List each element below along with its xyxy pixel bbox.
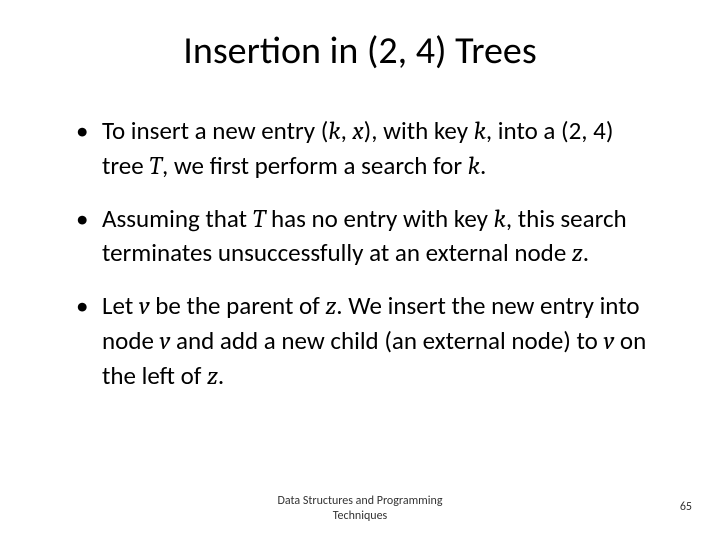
footer-line: Techniques — [240, 509, 480, 524]
bullet-item: To insert a new entry (k, x), with key k… — [76, 114, 650, 184]
bullet-list: To insert a new entry (k, x), with key k… — [76, 114, 650, 393]
text: and add a new child (an external node) t… — [170, 325, 603, 356]
var-x: x — [352, 117, 363, 146]
var-v: v — [160, 327, 171, 356]
page-number: 65 — [680, 500, 692, 514]
var-z: z — [325, 292, 336, 321]
text: To insert a new entry — [102, 115, 321, 146]
var-z: z — [207, 362, 218, 391]
var-k: k — [494, 205, 506, 234]
text: has no entry with key — [265, 203, 493, 234]
text: , we first perform a search for — [162, 150, 468, 181]
slide: Insertion in (2, 4) Trees To insert a ne… — [0, 0, 720, 540]
text: , with key — [371, 115, 473, 146]
text: . — [218, 360, 224, 391]
bullet-item: Assuming that T has no entry with key k,… — [76, 202, 650, 272]
slide-footer: Data Structures and Programming Techniqu… — [0, 494, 720, 528]
var-k: k — [328, 117, 340, 146]
text: , — [341, 115, 353, 146]
footer-text: Data Structures and Programming Techniqu… — [240, 494, 480, 524]
text: Assuming that — [102, 203, 253, 234]
slide-title: Insertion in (2, 4) Trees — [40, 28, 680, 74]
var-T: T — [253, 205, 266, 234]
footer-line: Data Structures and Programming — [240, 494, 480, 509]
var-v: v — [604, 327, 615, 356]
text: be the parent of — [150, 290, 326, 321]
text: Let — [102, 290, 139, 321]
slide-content: To insert a new entry (k, x), with key k… — [40, 114, 680, 393]
var-k: k — [468, 152, 480, 181]
var-k: k — [474, 117, 486, 146]
bullet-item: Let v be the parent of z. We insert the … — [76, 289, 650, 393]
var-v: v — [139, 292, 150, 321]
text: . — [480, 150, 486, 181]
var-T: T — [149, 152, 162, 181]
var-z: z — [572, 239, 583, 268]
text: . — [583, 237, 589, 268]
